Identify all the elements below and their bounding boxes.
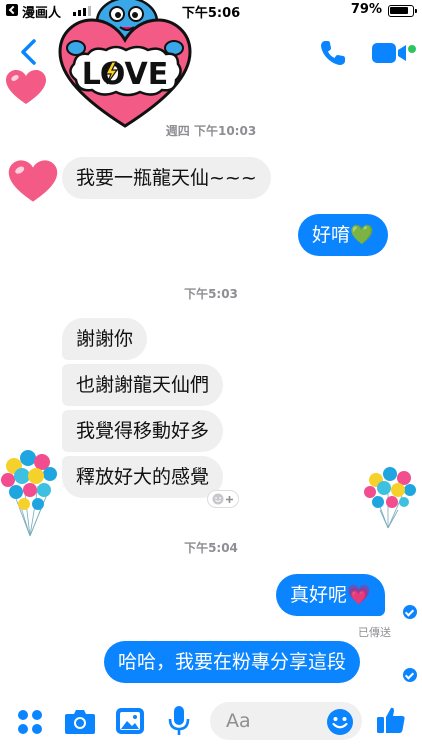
video-call-button[interactable] [371,40,411,66]
timestamp-thursday: 週四 下午10:03 [165,124,257,138]
message-incoming[interactable]: 我覺得移動好多 [62,410,224,452]
more-actions-icon[interactable] [16,708,44,736]
message-incoming[interactable]: 也謝謝龍天仙們 [62,364,224,406]
message-outgoing[interactable]: 好唷💚 [298,214,388,256]
plus-icon [226,495,233,503]
timestamp-5-03: 下午5:03 [184,287,238,301]
camera-icon[interactable] [64,707,96,735]
smiley-icon [212,493,224,505]
balloons-sticker-left [1,450,57,537]
timestamp-5-04: 下午5:04 [184,541,238,555]
love-sticker-text: LOVE [82,57,168,92]
thumbs-up-icon[interactable] [376,705,406,735]
message-incoming[interactable]: 釋放好大的感覺 [62,456,224,498]
photo-gallery-icon[interactable] [115,707,145,735]
back-button[interactable] [16,38,42,66]
phone-call-button[interactable] [318,38,348,68]
battery-percent: 79% [350,2,382,17]
chevron-left-icon [21,39,36,65]
heart-sticker[interactable] [6,158,60,204]
heart-sticker-small[interactable] [4,68,48,106]
read-receipt-icon [403,668,417,682]
read-receipt-icon [403,605,417,619]
add-reaction-button[interactable] [207,490,239,508]
emoji-icon[interactable] [326,708,354,736]
message-outgoing[interactable]: 真好呢💗 [276,574,385,616]
battery-icon [388,5,417,17]
message-incoming[interactable]: 我要一瓶龍天仙~~~ [62,157,271,199]
delivered-status: 已傳送 [358,626,391,639]
balloons-sticker-right [364,467,416,529]
love-sticker[interactable]: LOVE [54,0,196,132]
microphone-icon[interactable] [168,705,190,737]
message-outgoing[interactable]: 哈哈，我要在粉專分享這段 [104,641,361,683]
online-status-dot [408,45,416,53]
message-incoming[interactable]: 謝謝你 [62,318,148,360]
message-input-placeholder: Aa [226,710,251,732]
